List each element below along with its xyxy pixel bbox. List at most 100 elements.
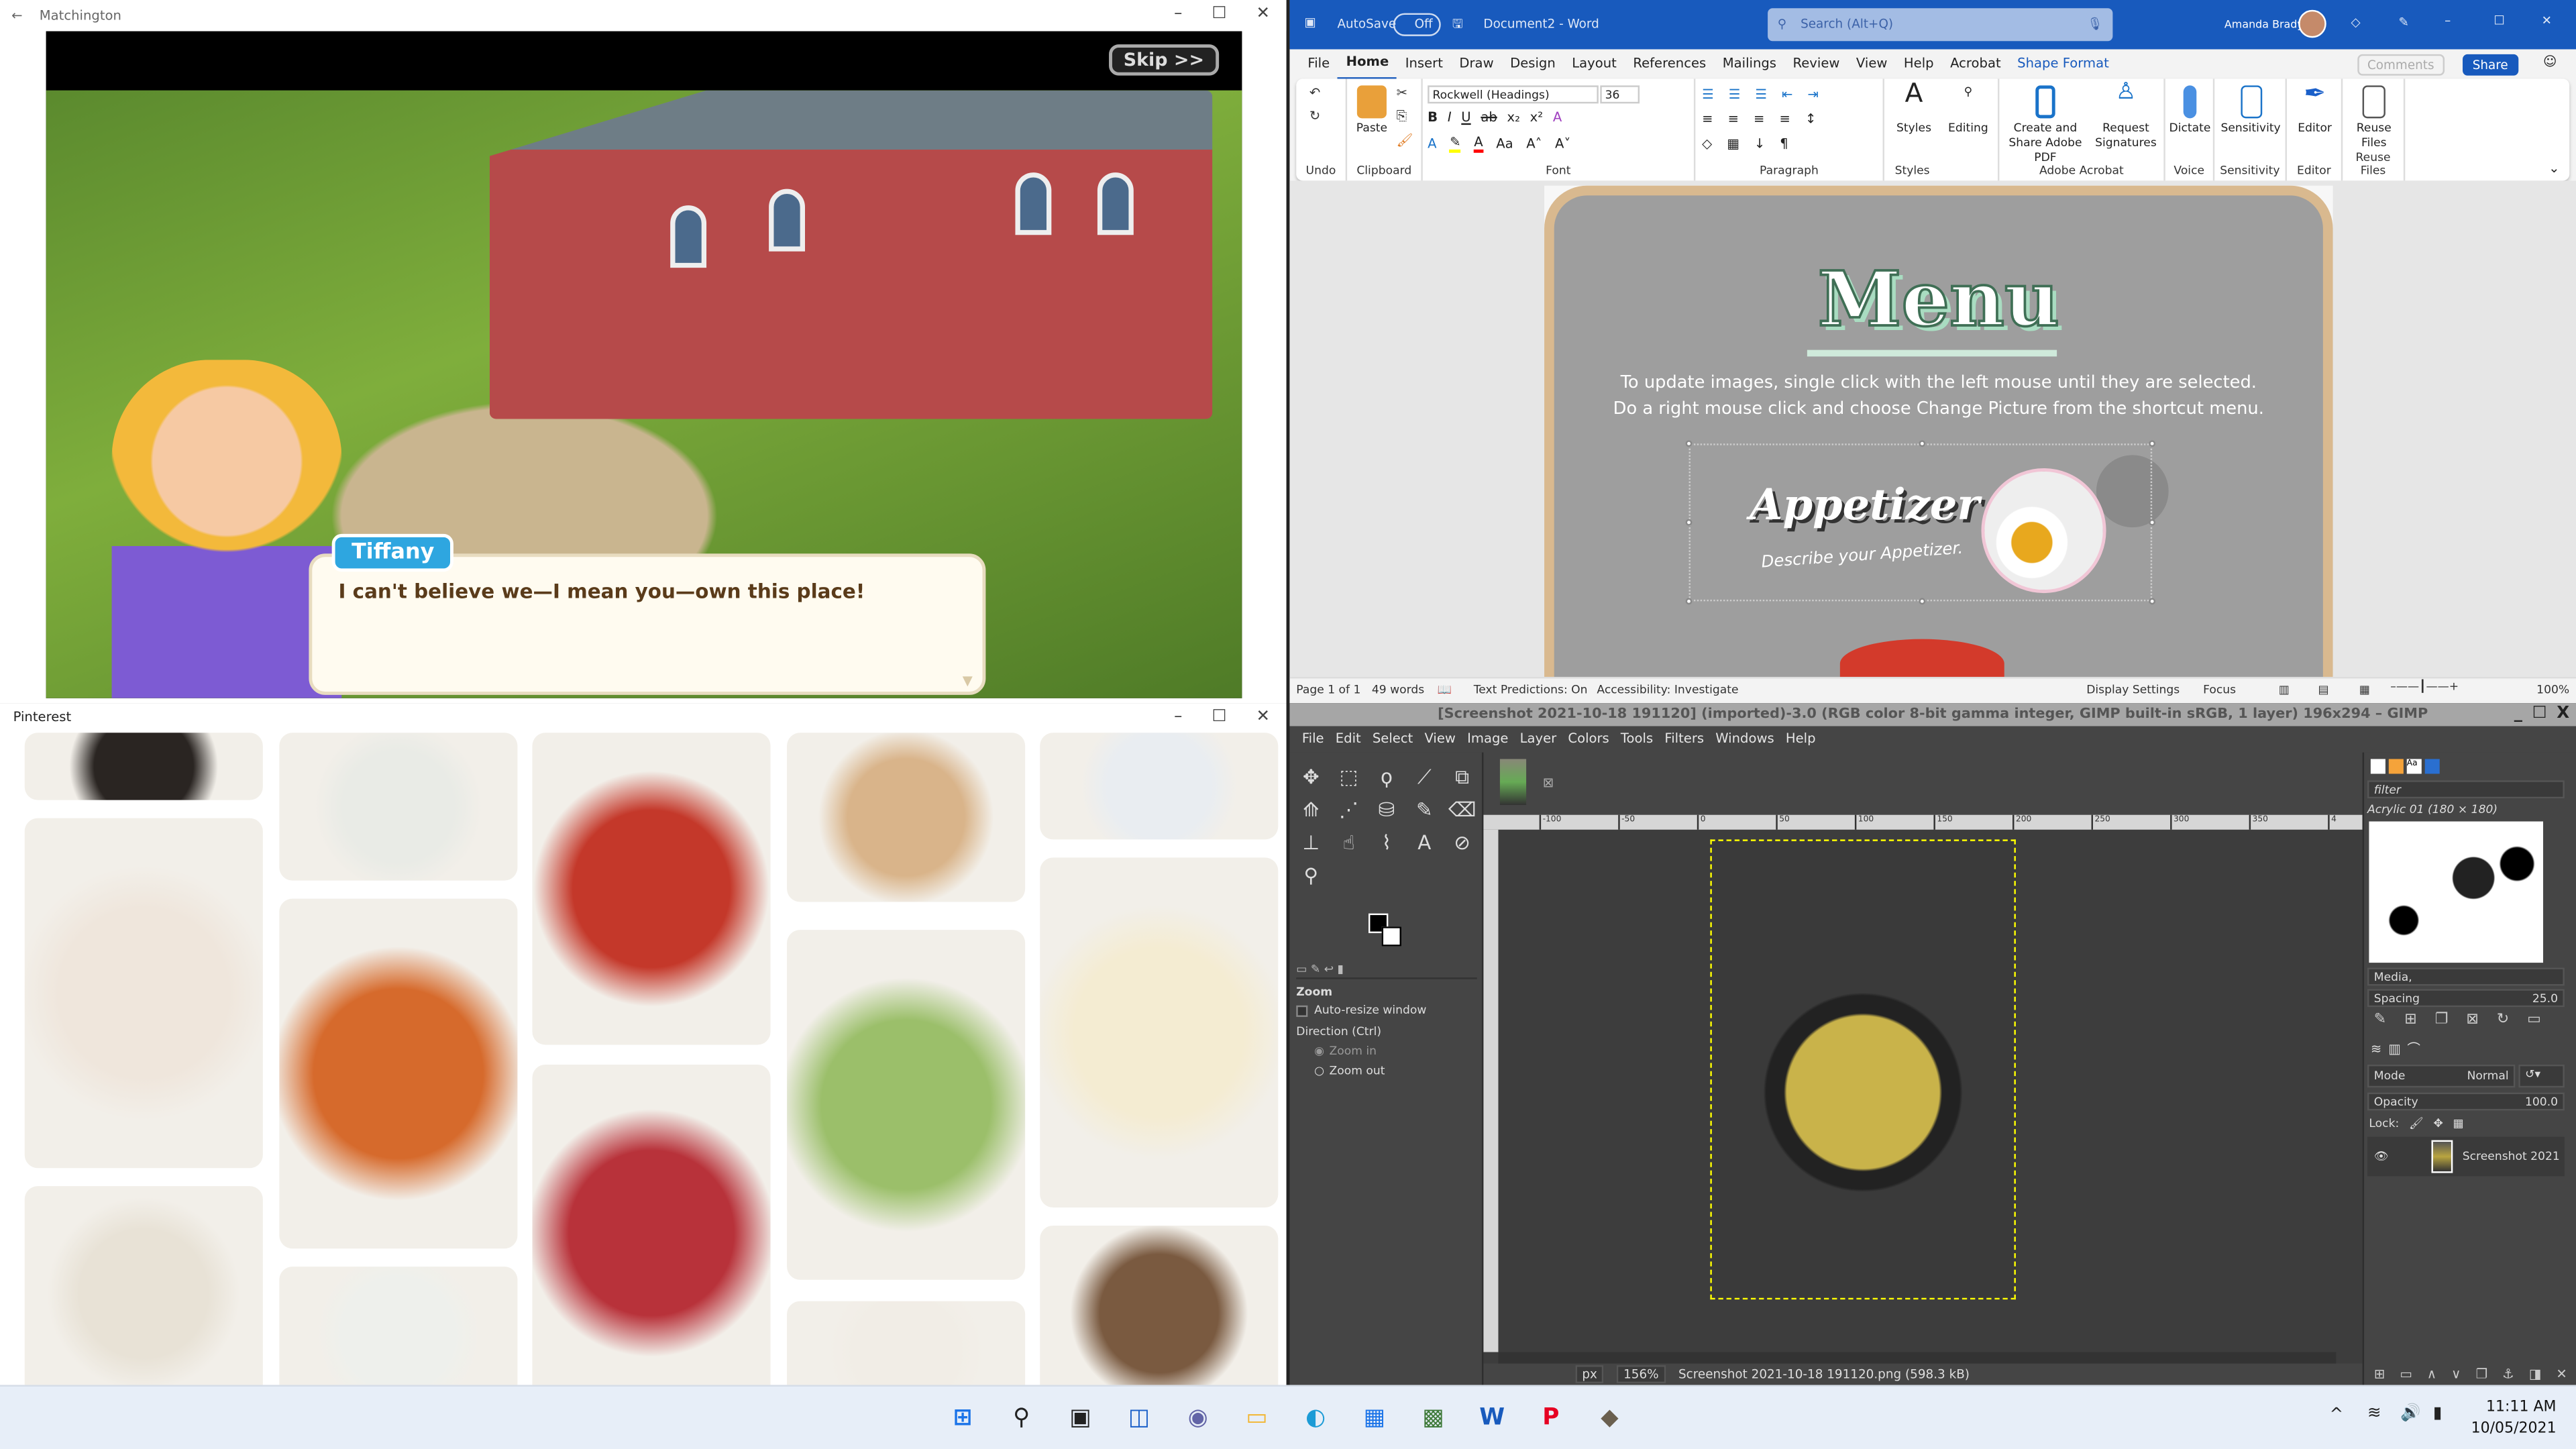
dialog-box[interactable]: I can't believe we—I mean you—own this p… — [309, 553, 986, 695]
zoom-level[interactable]: 100% — [2536, 684, 2569, 697]
minimize-button[interactable]: – — [1174, 703, 1182, 733]
teams-chat-icon[interactable]: ◉ — [1180, 1400, 1216, 1436]
layer-name[interactable]: Screenshot 2021 — [2463, 1150, 2560, 1163]
undo-icon[interactable]: ↶ — [1309, 85, 1320, 100]
autosave-toggle[interactable]: Off — [1393, 13, 1441, 36]
pin-tile[interactable] — [532, 1064, 771, 1385]
brush-grid[interactable] — [2369, 821, 2544, 963]
sort-icon[interactable]: ↓ — [1754, 136, 1765, 151]
align-right-icon[interactable]: ≡ — [1754, 112, 1764, 127]
justify-icon[interactable]: ≡ — [1780, 112, 1790, 127]
rect-select-icon[interactable]: ⬚ — [1334, 762, 1364, 792]
bucket-fill-icon[interactable]: ⛁ — [1372, 795, 1401, 824]
tab-shape-format[interactable]: Shape Format — [2009, 49, 2117, 78]
vertical-ruler[interactable] — [1483, 829, 1499, 1352]
menu-filters[interactable]: Filters — [1659, 726, 1710, 752]
zoom-tool-icon[interactable]: ⚲ — [1296, 861, 1326, 890]
opacity-slider[interactable]: Opacity 100.0 — [2367, 1092, 2565, 1111]
comments-button[interactable]: Comments — [2357, 54, 2445, 76]
display-settings-button[interactable]: Display Settings — [2086, 684, 2180, 697]
focus-button[interactable]: Focus — [2203, 684, 2236, 697]
pin-tile[interactable] — [1040, 1225, 1279, 1385]
align-left-icon[interactable]: ≡ — [1702, 112, 1713, 127]
pin-tile[interactable] — [787, 1301, 1026, 1385]
minimize-button[interactable]: – — [1174, 0, 1182, 30]
layers-tab-icon[interactable]: ≋ — [2371, 1042, 2381, 1057]
game-canvas[interactable]: Skip >> I can't believe we—I mean you—ow… — [46, 31, 1242, 698]
delete-layer-icon[interactable]: ✕ — [2556, 1367, 2567, 1382]
dock-tabs[interactable]: ▭ ✎ ↩ ▮ — [1296, 963, 1477, 979]
fuzzy-select-icon[interactable]: ⟋ — [1409, 762, 1439, 792]
diamond-icon[interactable]: ◇ — [2351, 15, 2360, 30]
accessibility-status[interactable]: Accessibility: Investigate — [1597, 684, 1738, 697]
pin-tile[interactable] — [279, 898, 518, 1249]
request-signatures-button[interactable]: ♙ Request Signatures — [2092, 80, 2161, 151]
instructions-text[interactable]: To update images, single click with the … — [1610, 370, 2267, 422]
tab-view[interactable]: View — [1848, 49, 1896, 78]
search-icon[interactable]: ⚲ — [1004, 1400, 1040, 1436]
pin-tile[interactable] — [279, 1267, 518, 1385]
background-color[interactable] — [1381, 926, 1401, 947]
open-folder-icon[interactable]: ▭ — [2527, 1012, 2541, 1028]
maximize-button[interactable]: ☐ — [2494, 13, 2505, 28]
borders-icon[interactable]: ▦ — [1727, 136, 1739, 151]
spacing-slider[interactable]: Spacing 25.0 — [2367, 989, 2565, 1008]
pin-tile[interactable] — [787, 930, 1026, 1280]
mode-select[interactable]: Mode Normal — [2367, 1064, 2516, 1088]
save-icon[interactable]: 🖫 — [1452, 15, 1463, 36]
align-center-icon[interactable]: ≡ — [1728, 112, 1739, 127]
microphone-icon[interactable]: 🎙 — [2087, 8, 2102, 41]
matchington-icon[interactable]: ▩ — [1415, 1400, 1452, 1436]
tab-draw[interactable]: Draw — [1451, 49, 1502, 78]
tab-home[interactable]: Home — [1338, 48, 1397, 81]
menu-image[interactable]: Image — [1462, 726, 1515, 752]
auto-resize-checkbox[interactable]: Auto-resize window — [1296, 1004, 1426, 1017]
print-layout-icon[interactable]: ▤ — [2318, 684, 2329, 697]
font-color-icon[interactable]: A — [1474, 135, 1483, 153]
menu-view[interactable]: View — [1419, 726, 1462, 752]
reset-mode-icon[interactable]: ↺▾ — [2518, 1064, 2565, 1088]
anchor-icon[interactable]: ⚓ — [2502, 1367, 2514, 1382]
battery-icon[interactable]: ▮ — [2433, 1405, 2443, 1423]
widgets-icon[interactable]: ◫ — [1121, 1400, 1157, 1436]
menu-heading[interactable]: Menu — [1544, 254, 2333, 345]
duplicate-brush-icon[interactable]: ❐ — [2435, 1012, 2449, 1028]
color-picker-icon[interactable]: ⊘ — [1448, 828, 1477, 857]
channels-tab-icon[interactable]: ▥ — [2388, 1042, 2401, 1057]
back-arrow-icon[interactable]: ← — [11, 0, 22, 32]
new-layer-icon[interactable]: ⊞ — [2374, 1367, 2385, 1382]
superscript-button[interactable]: x² — [1530, 110, 1543, 125]
crop-icon[interactable]: ⧉ — [1448, 762, 1477, 792]
clone-icon[interactable]: ⊥ — [1296, 828, 1326, 857]
editing-button[interactable]: ⚲ Editing — [1943, 85, 1992, 136]
clear-formatting-icon[interactable]: A — [1553, 110, 1562, 125]
text-effects-icon[interactable]: A — [1428, 136, 1436, 151]
format-painter-icon[interactable]: 🖌 — [1397, 133, 1413, 148]
zoom-out-radio[interactable]: ○ Zoom out — [1314, 1065, 1385, 1078]
avatar[interactable] — [2298, 9, 2326, 38]
web-layout-icon[interactable]: ▦ — [2359, 684, 2370, 697]
file-explorer-icon[interactable]: ▭ — [1239, 1400, 1275, 1436]
styles-button[interactable]: A Styles — [1891, 80, 1937, 136]
refresh-icon[interactable]: ↻ — [2497, 1012, 2509, 1028]
mask-icon[interactable]: ◨ — [2529, 1367, 2542, 1382]
transform-icon[interactable]: ⟰ — [1296, 795, 1326, 824]
layer-row[interactable]: 👁 Screenshot 2021 — [2367, 1136, 2565, 1177]
menu-colors[interactable]: Colors — [1562, 726, 1615, 752]
new-group-icon[interactable]: ▭ — [2400, 1367, 2412, 1382]
underline-button[interactable]: U — [1461, 110, 1470, 125]
bold-button[interactable]: B — [1428, 110, 1438, 125]
horizontal-scrollbar[interactable] — [1498, 1352, 2337, 1364]
pinterest-icon[interactable]: P — [1533, 1400, 1569, 1436]
tab-acrobat[interactable]: Acrobat — [1942, 49, 2009, 78]
paths-tab-icon[interactable]: ⌒ — [2407, 1040, 2420, 1058]
raise-layer-icon[interactable]: ∧ — [2427, 1367, 2436, 1382]
close-button[interactable]: ✕ — [1256, 703, 1271, 733]
sensitivity-button[interactable]: Sensitivity — [2218, 85, 2284, 136]
paste-button[interactable]: Paste — [1354, 85, 1390, 136]
close-image-icon[interactable]: ⊠ — [1543, 775, 1554, 790]
strikethrough-button[interactable]: ab — [1481, 110, 1497, 125]
duplicate-layer-icon[interactable]: ❐ — [2476, 1367, 2488, 1382]
smudge-icon[interactable]: ☝ — [1334, 828, 1364, 857]
menu-edit[interactable]: Edit — [1330, 726, 1366, 752]
